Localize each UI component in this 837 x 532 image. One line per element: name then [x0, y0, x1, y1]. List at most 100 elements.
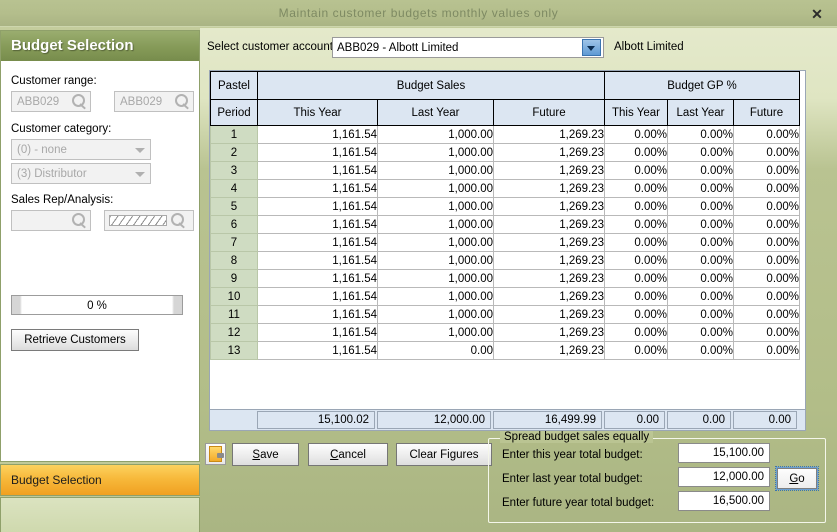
cell-gp-this-year[interactable]: 0.00%	[604, 287, 668, 306]
cell-sales-last-year[interactable]: 1,000.00	[377, 251, 494, 270]
cell-gp-this-year[interactable]: 0.00%	[604, 179, 668, 198]
cell-sales-last-year[interactable]: 1,000.00	[377, 215, 494, 234]
cell-sales-this-year[interactable]: 1,161.54	[257, 215, 378, 234]
cell-gp-last-year[interactable]: 0.00%	[667, 269, 734, 288]
customer-account-select[interactable]: ABB029 - Albott Limited	[332, 37, 604, 58]
customer-range-to-field[interactable]: ABB029	[114, 91, 194, 112]
cell-sales-last-year[interactable]: 1,000.00	[377, 179, 494, 198]
search-icon[interactable]	[167, 211, 189, 230]
cell-gp-last-year[interactable]: 0.00%	[667, 197, 734, 216]
cell-gp-last-year[interactable]: 0.00%	[667, 179, 734, 198]
cell-sales-future[interactable]: 1,269.23	[493, 251, 605, 270]
close-icon[interactable]: ✕	[807, 4, 827, 24]
cell-sales-this-year[interactable]: 1,161.54	[257, 233, 378, 252]
cell-gp-this-year[interactable]: 0.00%	[604, 323, 668, 342]
chevron-down-icon[interactable]	[130, 164, 150, 183]
this-year-budget-input[interactable]: 15,100.00	[678, 443, 770, 463]
cell-sales-last-year[interactable]: 1,000.00	[377, 143, 494, 162]
table-row[interactable]: 11 1,161.54 1,000.00 1,269.23 0.00% 0.00% 0.00…	[210, 305, 801, 324]
search-icon[interactable]	[68, 92, 90, 111]
cell-gp-this-year[interactable]: 0.00%	[604, 197, 668, 216]
cell-sales-future[interactable]: 1,269.23	[493, 323, 605, 342]
cell-sales-this-year[interactable]: 1,161.54	[257, 251, 378, 270]
table-row[interactable]: 3 1,161.54 1,000.00 1,269.23 0.00% 0.00% 0.00%	[210, 161, 801, 180]
customer-category-select-1[interactable]: (0) - none	[11, 139, 151, 160]
cell-sales-future[interactable]: 1,269.23	[493, 269, 605, 288]
cell-sales-last-year[interactable]: 1,000.00	[377, 161, 494, 180]
cell-sales-this-year[interactable]: 1,161.54	[257, 161, 378, 180]
cell-gp-this-year[interactable]: 0.00%	[604, 215, 668, 234]
cell-gp-this-year[interactable]: 0.00%	[604, 305, 668, 324]
cell-gp-last-year[interactable]: 0.00%	[667, 215, 734, 234]
cell-sales-this-year[interactable]: 1,161.54	[257, 179, 378, 198]
sales-rep-field[interactable]	[11, 210, 91, 231]
chevron-down-icon[interactable]	[582, 39, 601, 56]
cell-sales-last-year[interactable]: 0.00	[377, 341, 494, 360]
table-row[interactable]: 2 1,161.54 1,000.00 1,269.23 0.00% 0.00% 0.00%	[210, 143, 801, 162]
cell-sales-last-year[interactable]: 1,000.00	[377, 323, 494, 342]
cell-sales-this-year[interactable]: 1,161.54	[257, 269, 378, 288]
cell-gp-future[interactable]: 0.00%	[732, 305, 801, 324]
cell-gp-future[interactable]: 0.00%	[732, 161, 801, 180]
cell-sales-last-year[interactable]: 1,000.00	[377, 125, 494, 144]
cell-gp-this-year[interactable]: 0.00%	[604, 143, 668, 162]
cell-sales-future[interactable]: 1,269.23	[493, 161, 605, 180]
cell-sales-last-year[interactable]: 1,000.00	[377, 233, 494, 252]
table-row[interactable]: 9 1,161.54 1,000.00 1,269.23 0.00% 0.00% 0.00%	[210, 269, 801, 288]
nav-item-budget-selection[interactable]: Budget Selection	[0, 464, 200, 496]
cell-gp-future[interactable]: 0.00%	[732, 269, 801, 288]
customer-range-from-field[interactable]: ABB029	[11, 91, 91, 112]
cell-gp-this-year[interactable]: 0.00%	[604, 125, 668, 144]
cell-sales-future[interactable]: 1,269.23	[493, 197, 605, 216]
cell-sales-last-year[interactable]: 1,000.00	[377, 269, 494, 288]
table-row[interactable]: 10 1,161.54 1,000.00 1,269.23 0.00% 0.00% 0.00…	[210, 287, 801, 306]
cell-sales-future[interactable]: 1,269.23	[493, 305, 605, 324]
cell-sales-this-year[interactable]: 1,161.54	[257, 125, 378, 144]
cell-sales-future[interactable]: 1,269.23	[493, 215, 605, 234]
cell-gp-future[interactable]: 0.00%	[732, 233, 801, 252]
clear-figures-button[interactable]: Clear Figures	[396, 443, 492, 466]
cell-gp-this-year[interactable]: 0.00%	[604, 269, 668, 288]
analysis-field[interactable]	[104, 210, 194, 231]
cell-gp-last-year[interactable]: 0.00%	[667, 125, 734, 144]
search-icon[interactable]	[68, 211, 90, 230]
retrieve-customers-button[interactable]: Retrieve Customers	[11, 329, 139, 351]
cell-gp-future[interactable]: 0.00%	[732, 215, 801, 234]
cell-gp-future[interactable]: 0.00%	[732, 323, 801, 342]
cell-gp-last-year[interactable]: 0.00%	[667, 143, 734, 162]
budget-grid[interactable]: Pastel Budget Sales Budget GP % Period T…	[209, 70, 806, 427]
cancel-button[interactable]: Cancel	[308, 443, 388, 466]
cell-sales-future[interactable]: 1,269.23	[493, 125, 605, 144]
cell-sales-future[interactable]: 1,269.23	[493, 341, 605, 360]
cell-gp-last-year[interactable]: 0.00%	[667, 251, 734, 270]
cell-gp-last-year[interactable]: 0.00%	[667, 305, 734, 324]
cell-gp-this-year[interactable]: 0.00%	[604, 251, 668, 270]
lock-key-icon-button[interactable]	[205, 443, 226, 465]
customer-category-select-2[interactable]: (3) Distributor	[11, 163, 151, 184]
cell-sales-this-year[interactable]: 1,161.54	[257, 323, 378, 342]
table-row[interactable]: 5 1,161.54 1,000.00 1,269.23 0.00% 0.00% 0.00%	[210, 197, 801, 216]
cell-sales-this-year[interactable]: 1,161.54	[257, 341, 378, 360]
cell-sales-this-year[interactable]: 1,161.54	[257, 197, 378, 216]
cell-gp-this-year[interactable]: 0.00%	[604, 341, 668, 360]
table-row[interactable]: 13 1,161.54 0.00 1,269.23 0.00% 0.00% 0.00%	[210, 341, 801, 360]
table-row[interactable]: 6 1,161.54 1,000.00 1,269.23 0.00% 0.00% 0.00%	[210, 215, 801, 234]
cell-sales-this-year[interactable]: 1,161.54	[257, 143, 378, 162]
table-row[interactable]: 1 1,161.54 1,000.00 1,269.23 0.00% 0.00% 0.00%	[210, 125, 801, 144]
cell-gp-last-year[interactable]: 0.00%	[667, 341, 734, 360]
search-icon[interactable]	[171, 92, 193, 111]
cell-gp-last-year[interactable]: 0.00%	[667, 287, 734, 306]
cell-sales-last-year[interactable]: 1,000.00	[377, 197, 494, 216]
cell-gp-future[interactable]: 0.00%	[732, 179, 801, 198]
cell-gp-future[interactable]: 0.00%	[732, 287, 801, 306]
cell-sales-this-year[interactable]: 1,161.54	[257, 305, 378, 324]
cell-sales-future[interactable]: 1,269.23	[493, 287, 605, 306]
cell-gp-future[interactable]: 0.00%	[732, 143, 801, 162]
cell-gp-last-year[interactable]: 0.00%	[667, 233, 734, 252]
table-row[interactable]: 8 1,161.54 1,000.00 1,269.23 0.00% 0.00% 0.00%	[210, 251, 801, 270]
chevron-down-icon[interactable]	[130, 140, 150, 159]
save-button[interactable]: Save	[232, 443, 299, 466]
cell-gp-future[interactable]: 0.00%	[732, 251, 801, 270]
cell-gp-last-year[interactable]: 0.00%	[667, 161, 734, 180]
future-year-budget-input[interactable]: 16,500.00	[678, 491, 770, 511]
